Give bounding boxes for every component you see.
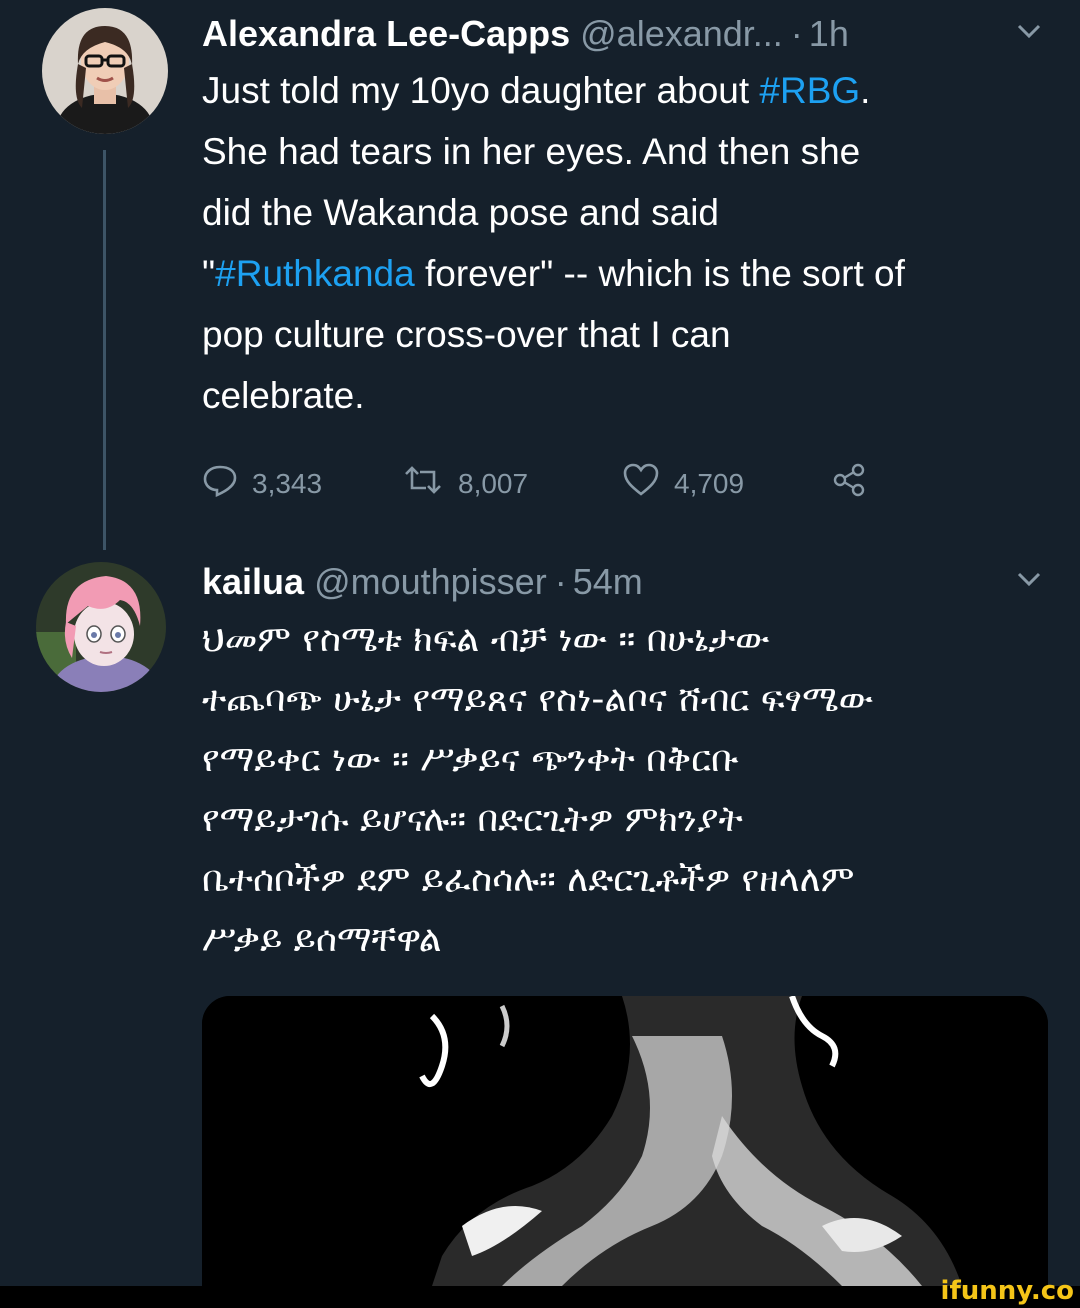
like-button[interactable]: 4,709 [622,462,832,505]
timestamp[interactable]: 1h [809,12,849,56]
tweet-text: ህመም የስሜቱ ክፍል ብቻ ነው ። በሁኔታው ተጨባጭ ሁኔታ የማይጸ… [202,619,874,960]
reply-button[interactable]: 3,343 [202,462,402,505]
watermark-text: ifunny.co [940,1276,1074,1306]
reply-icon [202,462,252,505]
hashtag-link[interactable]: #Ruthkanda [215,253,415,294]
retweet-button[interactable]: 8,007 [402,462,622,505]
reply-count: 3,343 [252,467,323,499]
tweet-actions: 3,343 8,007 4,709 [202,462,1050,505]
user-handle[interactable]: @mouthpisser [314,560,547,604]
tweet-header: Alexandra Lee-Capps @alexandr... · 1h [202,12,1050,56]
thread-line [103,150,106,550]
tweet-text-part: Just told my 10yo daughter about [202,70,760,111]
tweet: kailua @mouthpisser · 54m ህመም የስሜቱ ክፍል ብ… [202,560,1050,970]
retweet-count: 8,007 [458,467,529,499]
separator-dot: · [790,13,803,54]
retweet-icon [402,462,458,505]
chevron-down-icon[interactable] [1016,570,1042,593]
timestamp[interactable]: 54m [573,560,643,604]
share-button[interactable] [832,463,880,504]
separator-dot: · [554,561,567,602]
tweet-text: Just told my 10yo daughter about #RBG. S… [202,60,1050,426]
share-icon [832,463,880,504]
like-icon [622,462,674,505]
avatar[interactable] [42,8,168,134]
bottom-bar [0,1286,1080,1308]
display-name[interactable]: Alexandra Lee-Capps [202,12,570,56]
chevron-down-icon[interactable] [1016,22,1042,45]
display-name[interactable]: kailua [202,560,304,604]
tweet: Alexandra Lee-Capps @alexandr... · 1h Ju… [202,12,1050,505]
tweet-media-image[interactable] [202,996,1048,1286]
hashtag-link[interactable]: #RBG [759,70,860,111]
avatar[interactable] [36,562,166,692]
user-handle[interactable]: @alexandr... [580,12,783,56]
tweet-header: kailua @mouthpisser · 54m [202,560,1050,604]
like-count: 4,709 [674,467,745,499]
